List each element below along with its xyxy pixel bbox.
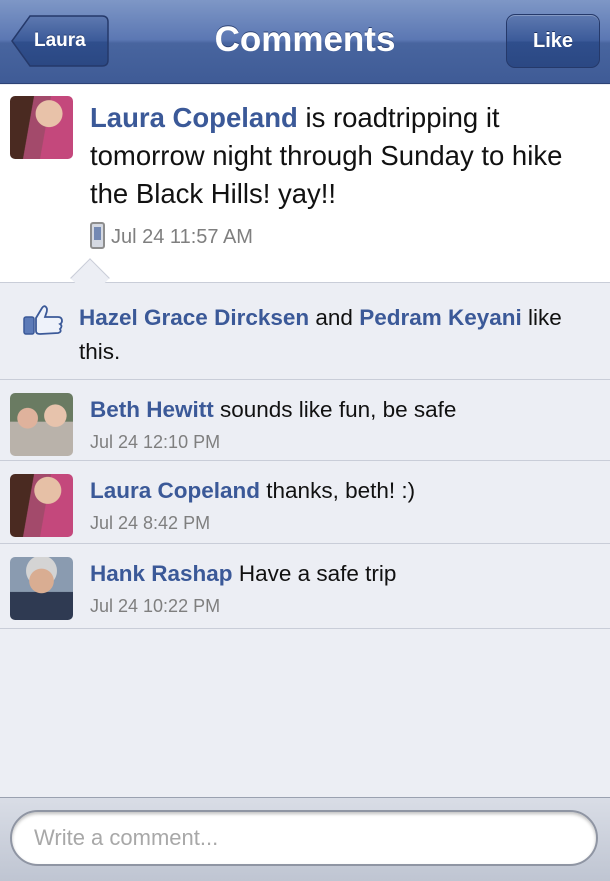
comment-body: Beth Hewitt sounds like fun, be safe — [90, 395, 595, 425]
compose-bar — [0, 797, 610, 881]
thumbs-up-icon — [23, 305, 63, 335]
avatar[interactable] — [10, 474, 73, 537]
mobile-phone-icon — [90, 222, 105, 250]
post-timestamp-row: Jul 24 11:57 AM — [90, 222, 253, 252]
avatar[interactable] — [10, 557, 73, 620]
comment-timestamp: Jul 24 12:10 PM — [90, 432, 221, 452]
post-body: Laura Copeland is roadtripping it tomorr… — [90, 99, 590, 213]
comment-text: sounds like fun, be safe — [213, 397, 457, 422]
likes-text: Hazel Grace Dircksen and Pedram Keyani l… — [79, 301, 589, 369]
avatar[interactable] — [10, 393, 73, 456]
comment-author-link[interactable]: Beth Hewitt — [90, 397, 214, 422]
liker-link[interactable]: Hazel Grace Dircksen — [79, 305, 309, 330]
likes-joiner: and — [309, 305, 360, 330]
comment-body: Hank Rashap Have a safe trip — [90, 559, 595, 589]
comment-author-link[interactable]: Hank Rashap — [90, 561, 233, 586]
post-timestamp: Jul 24 11:57 AM — [111, 226, 253, 248]
comment-item: Hank Rashap Have a safe trip Jul 24 10:2… — [0, 545, 610, 629]
comment-text: Have a safe trip — [232, 561, 397, 586]
comment-author-link[interactable]: Laura Copeland — [90, 478, 260, 503]
like-button[interactable]: Like — [506, 14, 600, 68]
comment-item: Laura Copeland thanks, beth! :) Jul 24 8… — [0, 462, 610, 544]
comment-input[interactable] — [10, 810, 598, 866]
comment-text: thanks, beth! :) — [260, 478, 416, 503]
post-author-link[interactable]: Laura Copeland — [90, 102, 298, 133]
liker-link[interactable]: Pedram Keyani — [359, 305, 522, 330]
avatar[interactable] — [10, 96, 73, 159]
comment-body: Laura Copeland thanks, beth! :) — [90, 476, 595, 506]
comment-item: Beth Hewitt sounds like fun, be safe Jul… — [0, 381, 610, 461]
status-post: Laura Copeland is roadtripping it tomorr… — [0, 85, 610, 283]
comment-timestamp: Jul 24 10:22 PM — [90, 596, 221, 616]
navigation-bar: Laura Comments Like — [0, 0, 610, 84]
comment-timestamp: Jul 24 8:42 PM — [90, 513, 211, 533]
likes-summary: Hazel Grace Dircksen and Pedram Keyani l… — [0, 284, 610, 380]
